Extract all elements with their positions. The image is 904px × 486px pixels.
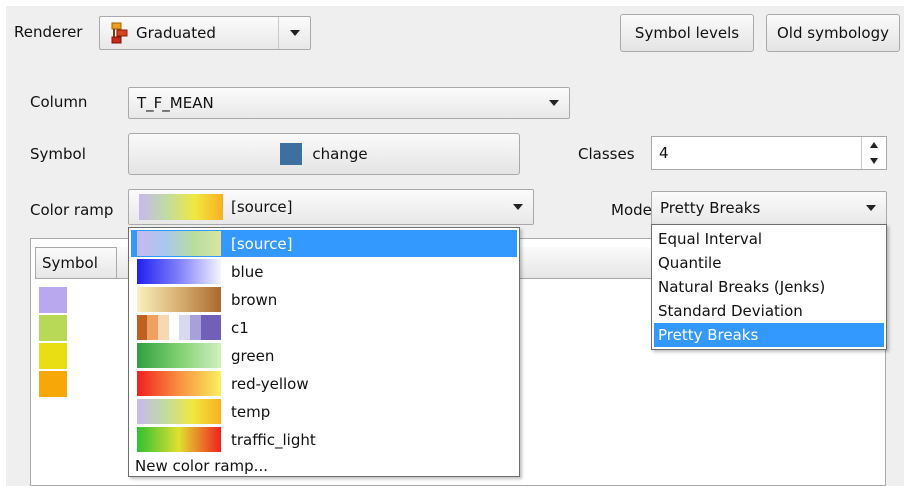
table-header-symbol[interactable]: Symbol [35, 247, 117, 279]
chevron-up-icon [870, 142, 878, 148]
column-value: T_F_MEAN [137, 94, 214, 112]
mode-dropdown-button[interactable] [856, 192, 886, 224]
color-ramp-dropdown-button[interactable] [503, 190, 533, 224]
ramp-swatch [137, 315, 221, 340]
mode-label: Mode [611, 201, 652, 219]
symbol-color-swatch [280, 143, 303, 165]
symbol-change-label: change [312, 145, 368, 163]
classes-increment-button[interactable] [861, 137, 886, 153]
column-combo[interactable]: T_F_MEAN [128, 87, 570, 119]
color-ramp-option-traffic-light[interactable]: traffic_light [131, 426, 517, 453]
class-symbol-2[interactable] [39, 315, 67, 341]
ramp-swatch [137, 287, 221, 312]
graduated-icon [110, 22, 130, 44]
color-ramp-option-brown[interactable]: brown [131, 286, 517, 313]
color-ramp-dropdown-list: [source] blue brown c1 green red-yellow … [128, 227, 520, 477]
color-ramp-label: Color ramp [30, 201, 114, 219]
ramp-swatch [137, 231, 221, 256]
chevron-down-icon [870, 158, 878, 164]
mode-value: Pretty Breaks [660, 199, 761, 217]
classes-spinbox[interactable]: 4 [651, 136, 887, 170]
color-ramp-option-blue[interactable]: blue [131, 258, 517, 285]
style-panel: Renderer Graduated Symbol levels Old sym… [6, 6, 904, 486]
column-dropdown-button[interactable] [539, 88, 569, 118]
classes-decrement-button[interactable] [861, 153, 886, 169]
mode-dropdown-list: Equal Interval Quantile Natural Breaks (… [651, 224, 887, 350]
symbol-change-button[interactable]: change [128, 133, 520, 175]
renderer-combo[interactable]: Graduated [99, 16, 311, 50]
classes-value: 4 [659, 144, 669, 162]
class-symbol-4[interactable] [39, 371, 67, 397]
mode-option-equal-interval[interactable]: Equal Interval [654, 227, 884, 251]
symbol-levels-button[interactable]: Symbol levels [620, 14, 754, 52]
old-symbology-button[interactable]: Old symbology [766, 14, 900, 52]
column-label: Column [30, 93, 88, 111]
chevron-down-icon [513, 204, 523, 210]
color-ramp-value: [source] [231, 198, 293, 216]
renderer-dropdown-button[interactable] [278, 17, 310, 49]
classes-label: Classes [578, 145, 635, 163]
class-symbol-1[interactable] [39, 287, 67, 313]
ramp-swatch [137, 259, 221, 284]
color-ramp-option-temp[interactable]: temp [131, 398, 517, 425]
ramp-swatch [137, 399, 221, 424]
mode-option-natural-breaks[interactable]: Natural Breaks (Jenks) [654, 275, 884, 299]
class-symbol-3[interactable] [39, 343, 67, 369]
color-ramp-option-source[interactable]: [source] [131, 230, 517, 257]
ramp-swatch [137, 427, 221, 452]
chevron-down-icon [549, 100, 559, 106]
mode-option-quantile[interactable]: Quantile [654, 251, 884, 275]
color-ramp-preview [139, 194, 223, 220]
color-ramp-combo[interactable]: [source] [128, 189, 534, 225]
renderer-label: Renderer [14, 23, 83, 41]
color-ramp-option-c1[interactable]: c1 [131, 314, 517, 341]
ramp-swatch [137, 343, 221, 368]
chevron-down-icon [866, 205, 876, 211]
mode-option-pretty-breaks[interactable]: Pretty Breaks [654, 323, 884, 347]
renderer-value: Graduated [136, 24, 216, 42]
color-ramp-option-green[interactable]: green [131, 342, 517, 369]
mode-option-standard-deviation[interactable]: Standard Deviation [654, 299, 884, 323]
new-color-ramp-option[interactable]: New color ramp... [131, 452, 517, 479]
ramp-swatch [137, 371, 221, 396]
mode-combo[interactable]: Pretty Breaks [651, 191, 887, 225]
color-ramp-option-red-yellow[interactable]: red-yellow [131, 370, 517, 397]
symbol-label: Symbol [30, 145, 86, 163]
chevron-down-icon [289, 30, 300, 36]
